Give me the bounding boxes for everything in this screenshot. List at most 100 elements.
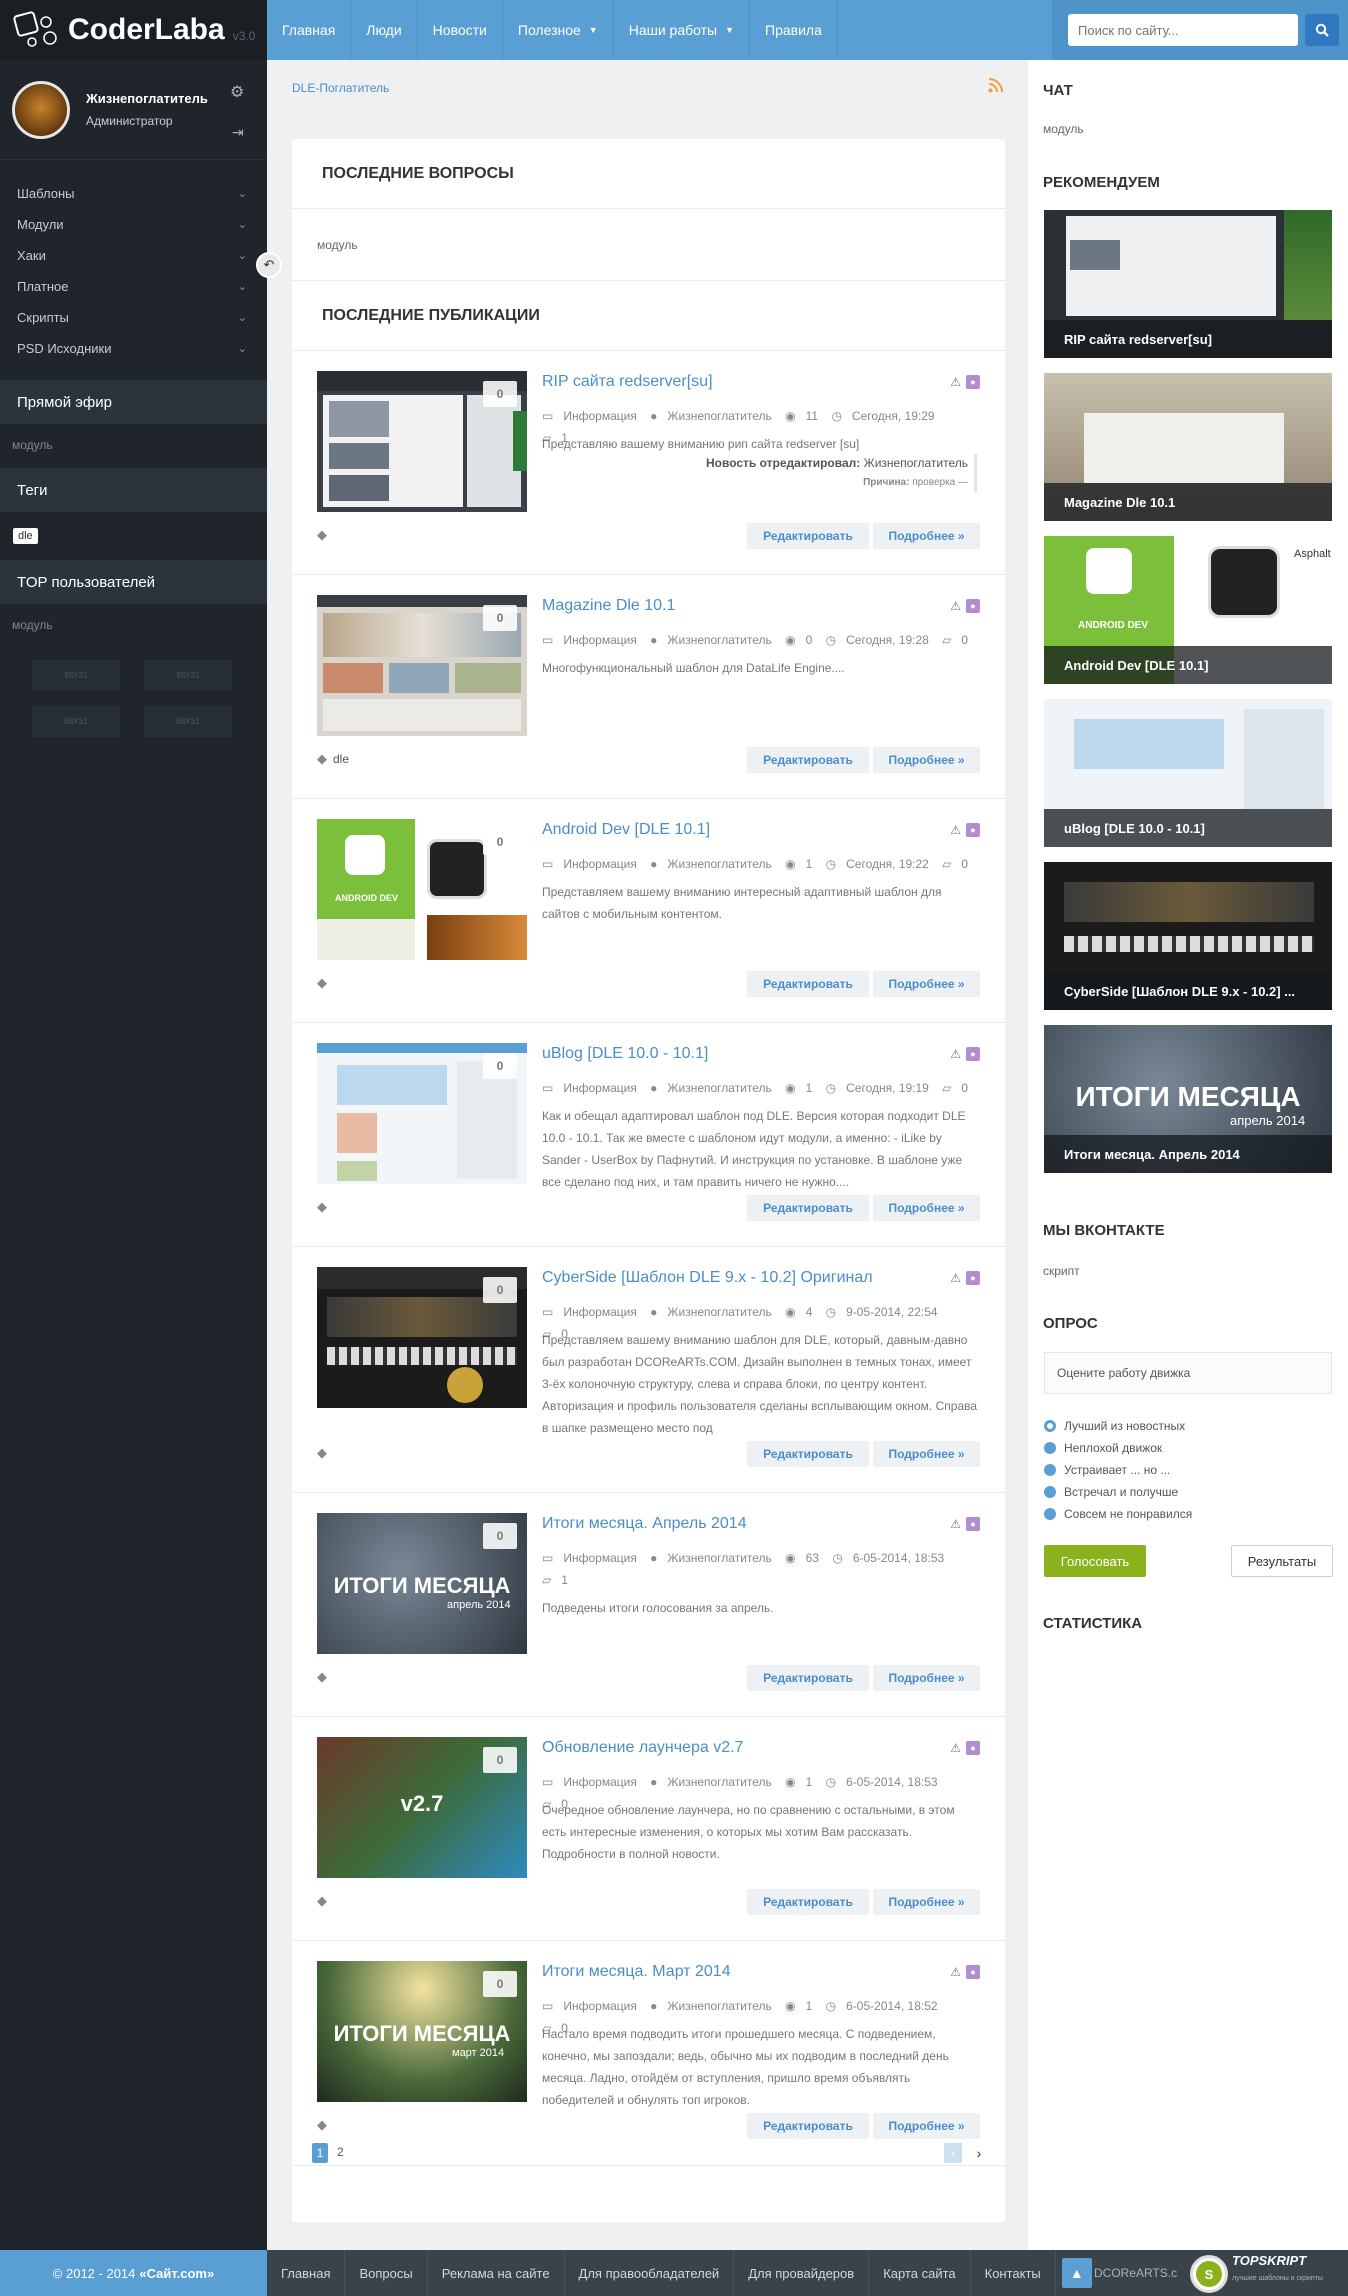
post-title-link[interactable]: CyberSide [Шаблон DLE 9.x - 10.2] Оригин… xyxy=(542,1269,873,1287)
post-category[interactable]: Информация xyxy=(563,1081,636,1095)
radio-icon[interactable] xyxy=(1044,1464,1056,1476)
read-more-button[interactable]: Подробнее » xyxy=(873,1441,980,1467)
radio-icon[interactable] xyxy=(1044,1508,1056,1520)
recommend-card[interactable]: ANDROID DEV Asphalt Android Dev [DLE 10.… xyxy=(1044,536,1332,684)
edit-button[interactable]: Редактировать xyxy=(747,1665,869,1691)
post-category[interactable]: Информация xyxy=(563,1305,636,1319)
radio-selected-icon[interactable] xyxy=(1044,1420,1056,1432)
post-title-link[interactable]: Итоги месяца. Март 2014 xyxy=(542,1963,731,1981)
edit-button[interactable]: Редактировать xyxy=(747,747,869,773)
post-tag[interactable]: dle xyxy=(333,752,349,766)
nav-rules[interactable]: Правила xyxy=(750,0,838,60)
post-title-link[interactable]: Magazine Dle 10.1 xyxy=(542,597,675,615)
copyright-site[interactable]: «Сайт.com» xyxy=(139,2266,214,2281)
post-title-link[interactable]: Обновление лаунчера v2.7 xyxy=(542,1739,743,1757)
radio-icon[interactable] xyxy=(1044,1486,1056,1498)
post-thumbnail[interactable]: 0 xyxy=(317,1267,527,1408)
moderation-icon[interactable]: ● xyxy=(966,599,980,613)
warning-icon[interactable]: ⚠ xyxy=(950,1271,961,1285)
recommend-card[interactable]: RIP сайта redserver[su] xyxy=(1044,210,1332,358)
tag-link[interactable]: dle xyxy=(13,528,38,544)
sidebar-collapse-icon[interactable]: ↶ xyxy=(256,252,282,278)
read-more-button[interactable]: Подробнее » xyxy=(873,1195,980,1221)
post-title-link[interactable]: Android Dev [DLE 10.1] xyxy=(542,821,710,839)
warning-icon[interactable]: ⚠ xyxy=(950,1965,961,1979)
footer-link-providers[interactable]: Для провайдеров xyxy=(734,2250,870,2296)
read-more-button[interactable]: Подробнее » xyxy=(873,971,980,997)
vote-button[interactable]: Голосовать xyxy=(1044,1545,1146,1577)
post-thumbnail[interactable]: v2.7 0 xyxy=(317,1737,527,1878)
recommend-card[interactable]: Magazine Dle 10.1 xyxy=(1044,373,1332,521)
poll-option[interactable]: Встречал и получше xyxy=(1044,1485,1178,1499)
edit-button[interactable]: Редактировать xyxy=(747,971,869,997)
scroll-top-icon[interactable]: ▲ xyxy=(1061,2258,1092,2288)
recommend-card[interactable]: uBlog [DLE 10.0 - 10.1] xyxy=(1044,699,1332,847)
poll-option[interactable]: Совсем не понравился xyxy=(1044,1507,1192,1521)
nav-works[interactable]: Наши работы ▼ xyxy=(614,0,751,60)
footer-link-ads[interactable]: Реклама на сайте xyxy=(428,2250,565,2296)
post-category[interactable]: Информация xyxy=(563,1551,636,1565)
sidebar-item-modules[interactable]: Модули ⌄ xyxy=(0,209,267,240)
counter-banner[interactable]: 88X31 xyxy=(144,660,232,691)
nav-people[interactable]: Люди xyxy=(351,0,418,60)
nav-home[interactable]: Главная xyxy=(267,0,352,60)
avatar[interactable] xyxy=(12,80,70,139)
radio-icon[interactable] xyxy=(1044,1442,1056,1454)
edit-button[interactable]: Редактировать xyxy=(747,1441,869,1467)
next-page-icon[interactable]: › xyxy=(970,2143,988,2163)
post-category[interactable]: Информация xyxy=(563,1999,636,2013)
sidebar-item-paid[interactable]: Платное ⌄ xyxy=(0,271,267,302)
read-more-button[interactable]: Подробнее » xyxy=(873,747,980,773)
post-thumbnail[interactable]: 0 xyxy=(317,1043,527,1184)
post-thumbnail[interactable]: 0 xyxy=(317,595,527,736)
footer-link-rightholders[interactable]: Для правообладателей xyxy=(565,2250,735,2296)
warning-icon[interactable]: ⚠ xyxy=(950,599,961,613)
page-link[interactable]: 2 xyxy=(337,2145,344,2159)
gear-icon[interactable]: ⚙ xyxy=(230,82,244,102)
post-author[interactable]: Жизнепоглатитель xyxy=(667,857,771,871)
warning-icon[interactable]: ⚠ xyxy=(950,375,961,389)
poll-option[interactable]: Неплохой движок xyxy=(1044,1441,1162,1455)
warning-icon[interactable]: ⚠ xyxy=(950,1517,961,1531)
warning-icon[interactable]: ⚠ xyxy=(950,823,961,837)
moderation-icon[interactable]: ● xyxy=(966,1047,980,1061)
counter-banner[interactable]: 88X31 xyxy=(32,706,120,737)
search-button[interactable] xyxy=(1305,14,1339,46)
moderation-icon[interactable]: ● xyxy=(966,1965,980,1979)
poll-option[interactable]: Лучший из новостных xyxy=(1044,1419,1185,1433)
post-author[interactable]: Жизнепоглатитель xyxy=(667,1305,771,1319)
post-author[interactable]: Жизнепоглатитель xyxy=(667,633,771,647)
nav-useful[interactable]: Полезное ▼ xyxy=(503,0,614,60)
page-current[interactable]: 1 xyxy=(312,2143,328,2163)
counter-banner[interactable]: 88X31 xyxy=(32,660,120,691)
breadcrumb[interactable]: DLE-Поглатитель xyxy=(292,81,389,95)
post-thumbnail[interactable]: ANDROID DEV 0 xyxy=(317,819,527,960)
moderation-icon[interactable]: ● xyxy=(966,1741,980,1755)
search-input[interactable] xyxy=(1068,14,1298,46)
moderation-icon[interactable]: ● xyxy=(966,375,980,389)
edit-button[interactable]: Редактировать xyxy=(747,1889,869,1915)
prev-page-icon[interactable]: ‹ xyxy=(944,2143,962,2163)
logo[interactable]: CoderLaba v3.0 xyxy=(0,0,267,60)
post-author[interactable]: Жизнепоглатитель xyxy=(667,1081,771,1095)
footer-link-contacts[interactable]: Контакты xyxy=(971,2250,1056,2296)
warning-icon[interactable]: ⚠ xyxy=(950,1741,961,1755)
post-title-link[interactable]: Итоги месяца. Апрель 2014 xyxy=(542,1515,747,1533)
logout-icon[interactable]: ⇥ xyxy=(232,124,244,141)
sidebar-item-scripts[interactable]: Скрипты ⌄ xyxy=(0,302,267,333)
edit-button[interactable]: Редактировать xyxy=(747,523,869,549)
read-more-button[interactable]: Подробнее » xyxy=(873,1665,980,1691)
post-thumbnail[interactable]: ИТОГИ МЕСЯЦА апрель 2014 0 xyxy=(317,1513,527,1654)
post-thumbnail[interactable]: ИТОГИ МЕСЯЦА март 2014 0 xyxy=(317,1961,527,2102)
moderation-icon[interactable]: ● xyxy=(966,1271,980,1285)
post-author[interactable]: Жизнепоглатитель xyxy=(667,1999,771,2013)
recommend-card[interactable]: ИТОГИ МЕСЯЦА апрель 2014 Итоги месяца. А… xyxy=(1044,1025,1332,1173)
topskript-badge[interactable]: S TOPSKRIPT лучшие шаблоны и скрипты xyxy=(1190,2253,1340,2294)
results-button[interactable]: Результаты xyxy=(1231,1545,1333,1577)
edit-button[interactable]: Редактировать xyxy=(747,1195,869,1221)
read-more-button[interactable]: Подробнее » xyxy=(873,523,980,549)
post-category[interactable]: Информация xyxy=(563,857,636,871)
post-author[interactable]: Жизнепоглатитель xyxy=(667,1551,771,1565)
warning-icon[interactable]: ⚠ xyxy=(950,1047,961,1061)
post-author[interactable]: Жизнепоглатитель xyxy=(667,409,771,423)
